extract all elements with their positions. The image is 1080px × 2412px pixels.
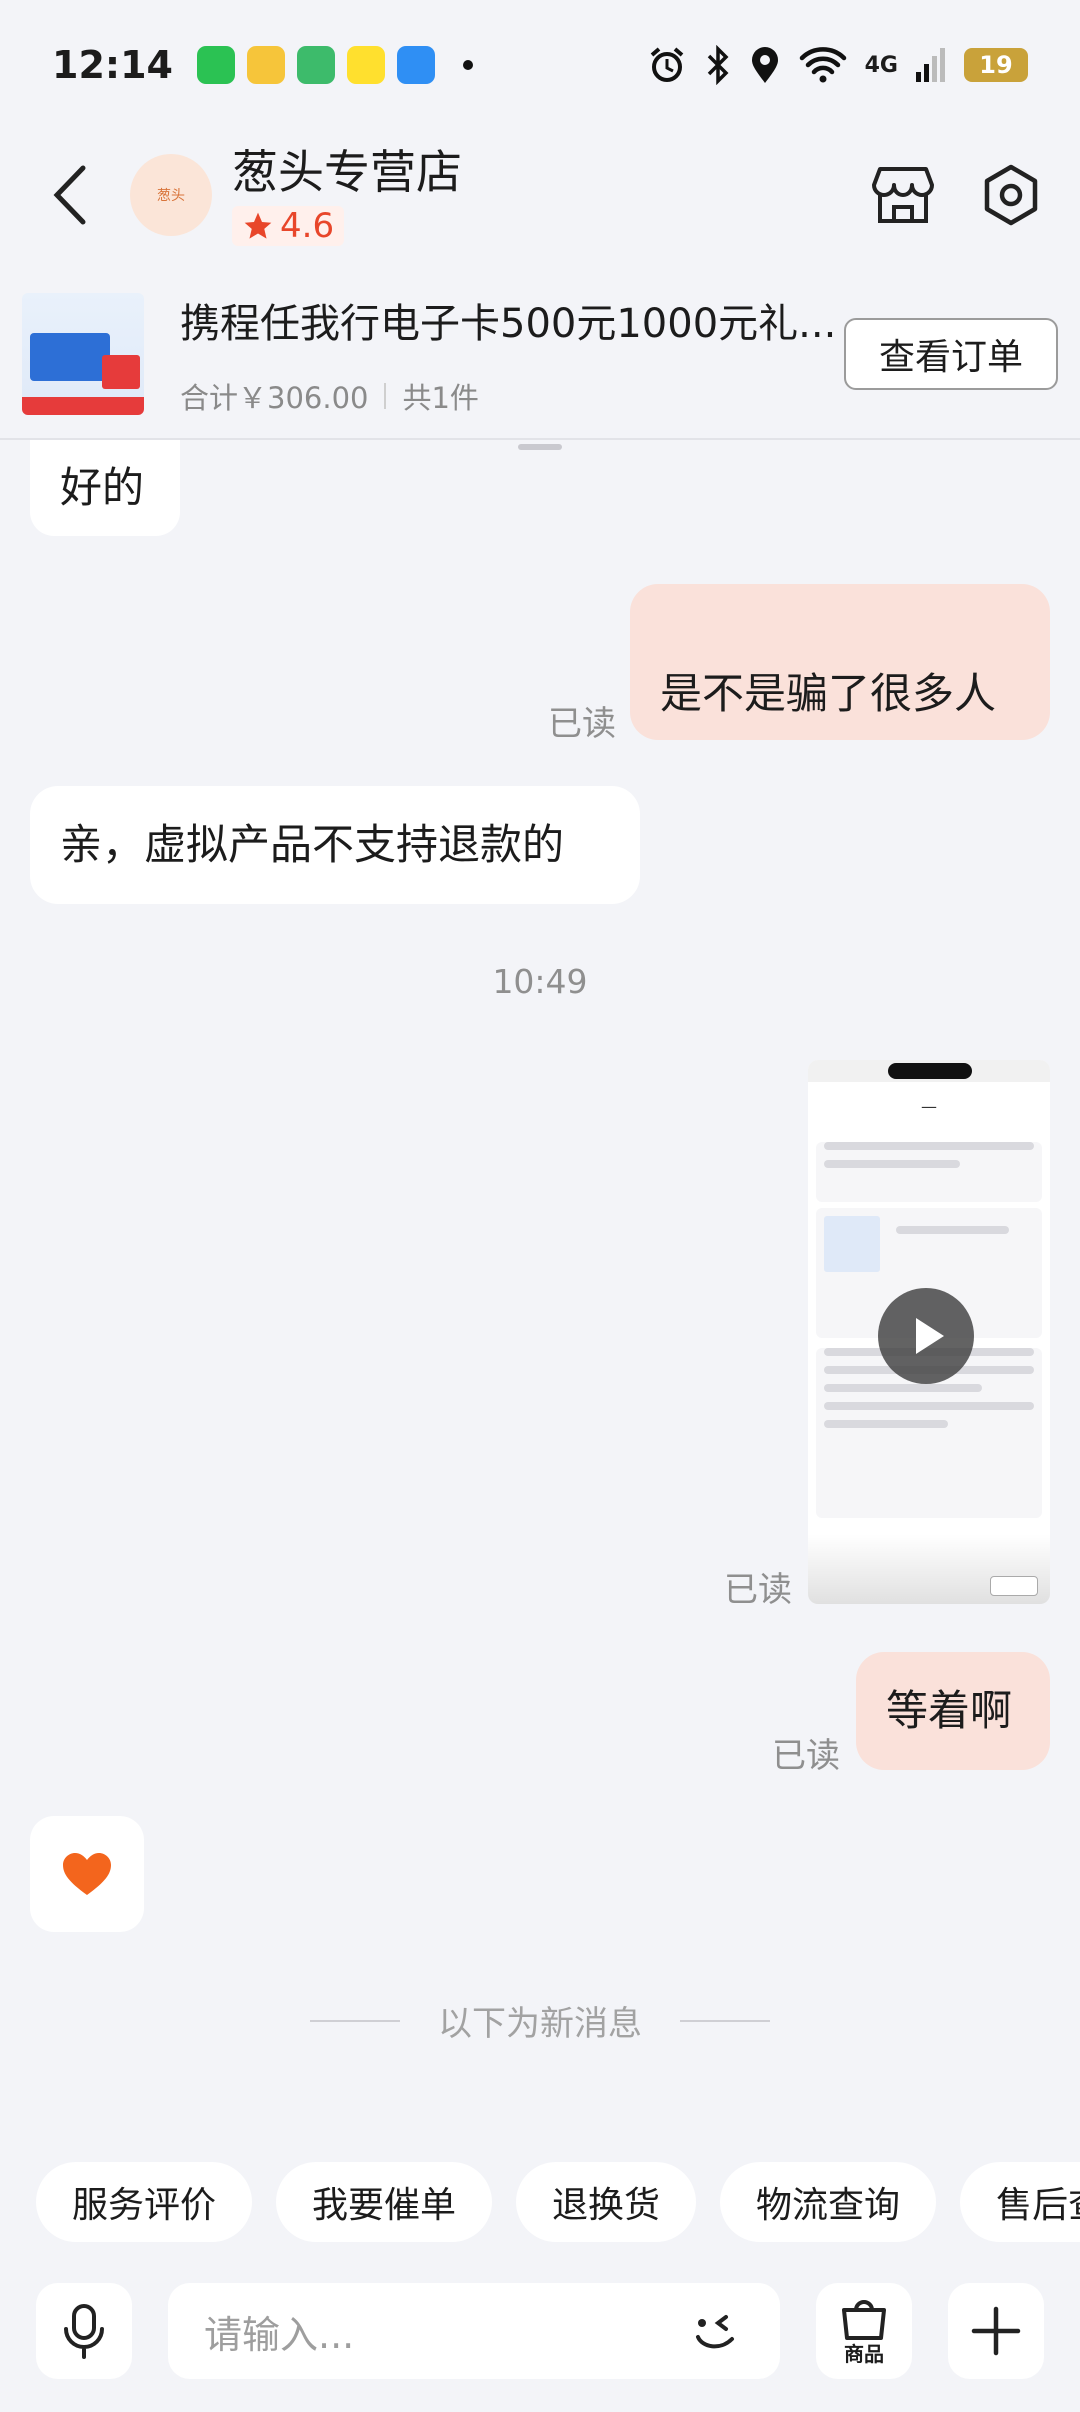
emoji-icon[interactable] <box>688 2303 744 2359</box>
more-notifications-icon <box>462 60 473 70</box>
bluetooth-icon <box>707 45 729 85</box>
read-receipt: 已读 <box>724 1570 792 1610</box>
battery-indicator: 19 <box>964 48 1028 82</box>
chip-after-sales[interactable]: 售后查询 <box>960 2162 1080 2242</box>
message-list[interactable]: 好的 已读 是不是骗了很多人 亲，虚拟产品不支持退款的 10:49 已读 — 已… <box>0 440 1080 2120</box>
order-count: 共1件 <box>402 381 479 415</box>
alarm-icon <box>650 47 683 82</box>
settings-icon[interactable] <box>982 164 1040 226</box>
chat-header: 葱头 葱头专营店 4.6 <box>0 130 1080 260</box>
new-messages-divider: 以下为新消息 <box>310 1996 770 2045</box>
goods-button[interactable]: 商品 <box>816 2283 912 2379</box>
microphone-icon <box>64 2304 104 2359</box>
message-text: 等着啊 <box>886 1686 1013 1735</box>
signal-icon <box>916 48 945 82</box>
goods-label: 商品 <box>844 2341 884 2366</box>
shop-rating: 4.6 <box>232 206 345 246</box>
wifi-icon <box>799 47 846 83</box>
product-thumbnail <box>22 293 144 415</box>
status-bar: 12:14 4G 19 <box>0 0 1080 130</box>
message-timestamp: 10:49 <box>492 962 588 1001</box>
order-total: 合计￥306.00 <box>180 381 369 415</box>
shop-avatar[interactable]: 葱头 <box>130 154 212 236</box>
view-order-button[interactable]: 查看订单 <box>844 318 1058 390</box>
shopping-bag-icon <box>842 2299 886 2340</box>
message-text: 亲，虚拟产品不支持退款的 <box>60 820 565 869</box>
read-receipt: 已读 <box>548 704 616 744</box>
avatar-logo-text: 葱头 <box>157 188 185 204</box>
message-input[interactable]: 请输入... <box>168 2283 780 2379</box>
divider-text: 以下为新消息 <box>438 2004 642 2044</box>
divider <box>384 383 387 409</box>
read-receipt: 已读 <box>772 1736 840 1776</box>
play-icon[interactable] <box>878 1288 974 1384</box>
weibo-icon <box>246 46 285 84</box>
xianyu-icon <box>346 46 385 84</box>
travel-app-icon <box>396 46 435 84</box>
back-button[interactable] <box>40 155 100 235</box>
message-text: 是不是骗了很多人 <box>660 669 997 718</box>
voice-button[interactable] <box>36 2283 132 2379</box>
chip-return-exchange[interactable]: 退换货 <box>516 2162 697 2242</box>
product-title: 携程任我行电子卡500元1000元礼... <box>180 301 837 347</box>
heart-emoji-message[interactable] <box>30 1816 144 1932</box>
plus-icon <box>971 2306 1021 2356</box>
chevron-left-icon <box>53 165 86 225</box>
input-bar: 请输入... 商品 <box>0 2276 1080 2386</box>
input-placeholder: 请输入... <box>204 2312 355 2357</box>
rating-value: 4.6 <box>280 206 335 246</box>
shop-name[interactable]: 葱头专营店 <box>232 144 462 200</box>
wechat-icon <box>196 46 235 84</box>
chip-logistics[interactable]: 物流查询 <box>720 2162 937 2242</box>
network-type: 4G <box>864 52 898 78</box>
location-icon <box>751 47 778 83</box>
video-app-icon <box>296 46 335 84</box>
store-icon[interactable] <box>872 165 934 225</box>
video-message[interactable]: — <box>808 1060 1050 1604</box>
chip-urge-order[interactable]: 我要催单 <box>276 2162 493 2242</box>
chip-service-review[interactable]: 服务评价 <box>36 2162 253 2242</box>
star-icon <box>244 212 272 239</box>
heart-icon <box>63 1853 111 1895</box>
order-card[interactable]: 携程任我行电子卡500元1000元礼... 合计￥306.00 共1件 查看订单 <box>0 270 1080 440</box>
message-text: 好的 <box>60 463 145 512</box>
quick-reply-bar[interactable]: 服务评价 我要催单 退换货 物流查询 售后查询 <box>0 2162 1080 2246</box>
more-button[interactable] <box>948 2283 1044 2379</box>
message-bubble-self[interactable]: 等着啊 <box>856 1652 1050 1770</box>
message-bubble[interactable]: 亲，虚拟产品不支持退款的 <box>30 786 640 904</box>
clock: 12:14 <box>52 43 173 87</box>
message-bubble[interactable]: 好的 <box>30 440 180 536</box>
message-bubble-self[interactable]: 是不是骗了很多人 <box>630 584 1050 740</box>
